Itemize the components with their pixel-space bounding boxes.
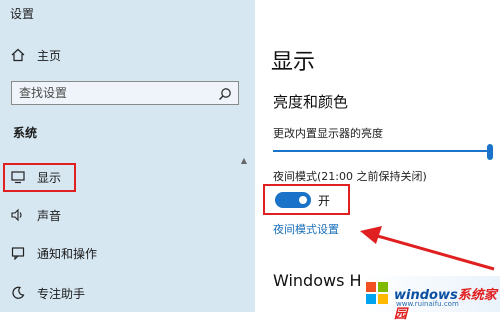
home-icon xyxy=(11,48,25,62)
speaker-icon xyxy=(11,208,25,222)
sidebar-item-sound[interactable]: 声音 xyxy=(0,203,255,229)
night-mode-settings-link[interactable]: 夜间模式设置 xyxy=(273,221,339,237)
section-title: 亮度和颜色 xyxy=(273,93,349,111)
section-label: 系统 xyxy=(13,126,38,140)
brightness-slider[interactable] xyxy=(273,150,489,152)
sidebar-item-home[interactable]: 主页 xyxy=(0,43,255,69)
search-input[interactable] xyxy=(12,82,219,104)
page-title: 显示 xyxy=(271,50,316,75)
sidebar-item-label: 专注助手 xyxy=(37,287,86,301)
highlight-box-display xyxy=(3,163,76,192)
search-box[interactable] xyxy=(11,81,239,105)
watermark: windows系统家园 www.ruinaifu.com xyxy=(360,276,500,322)
annotation-arrow-icon xyxy=(360,226,495,271)
brightness-slider-thumb[interactable] xyxy=(487,144,493,160)
windows-hd-heading: Windows H xyxy=(273,271,362,290)
night-mode-label: 夜间模式(21:00 之前保持关闭) xyxy=(273,170,427,183)
brightness-label: 更改内置显示器的亮度 xyxy=(273,127,383,140)
sidebar-item-label: 通知和操作 xyxy=(37,247,98,261)
settings-sidebar: 设置 主页 系统 ▲ 显示 声音 通知和操作 专注 xyxy=(0,0,255,312)
sidebar-item-notifications[interactable]: 通知和操作 xyxy=(0,241,255,267)
highlight-box-toggle xyxy=(263,184,350,215)
watermark-url: www.ruinaifu.com xyxy=(396,300,459,308)
moon-icon xyxy=(11,286,25,300)
sidebar-item-label: 主页 xyxy=(37,49,62,63)
sidebar-item-label: 声音 xyxy=(37,209,62,223)
windows-logo-icon xyxy=(366,282,388,304)
search-icon[interactable] xyxy=(218,86,232,101)
app-title: 设置 xyxy=(10,7,35,21)
notification-icon xyxy=(11,246,25,261)
sidebar-item-focus-assist[interactable]: 专注助手 xyxy=(0,281,255,307)
